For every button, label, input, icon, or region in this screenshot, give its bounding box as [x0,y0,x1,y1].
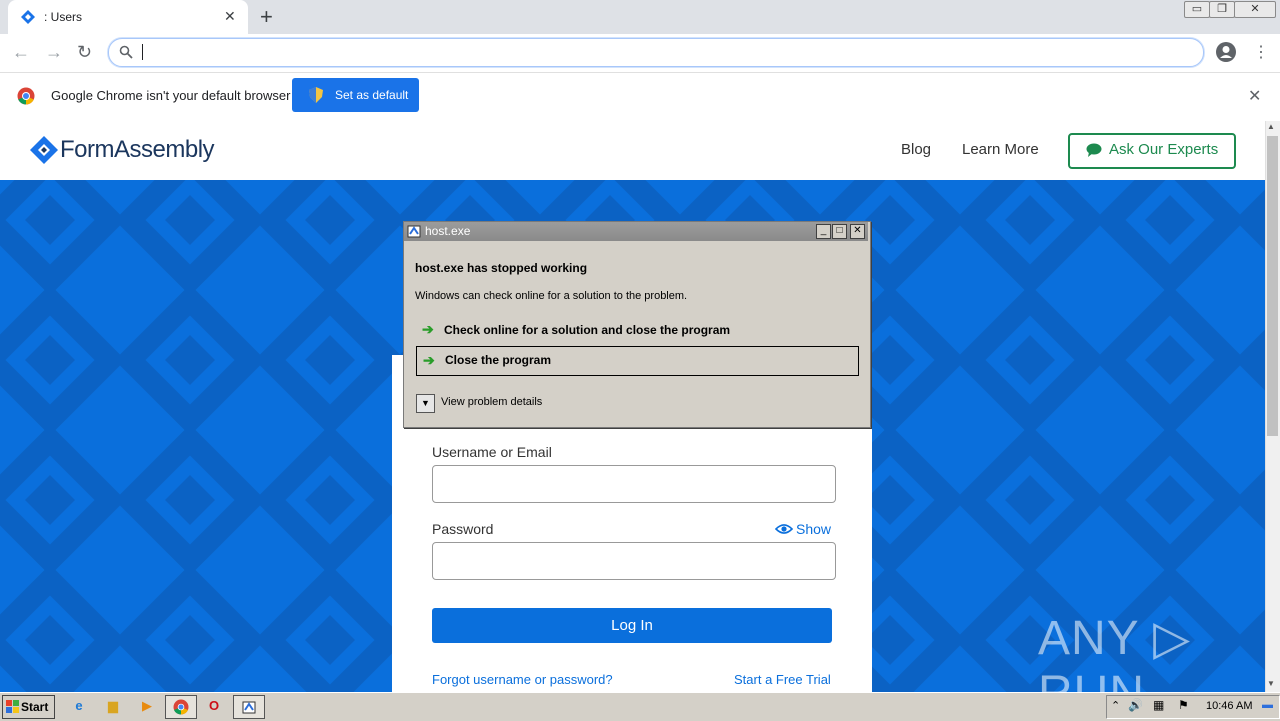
windows-logo-icon [6,700,19,713]
action-center-flag-icon[interactable]: ⚑ [1178,698,1189,712]
chrome-logo-icon [17,87,35,105]
infobar-message: Google Chrome isn't your default browser [51,88,291,103]
nav-link-blog[interactable]: Blog [901,141,931,158]
scrollbar-thumb[interactable] [1267,136,1278,436]
uac-shield-icon [309,87,323,103]
show-hidden-icons-icon[interactable]: ⌃ [1111,699,1120,712]
formassembly-logo-icon[interactable] [30,136,58,164]
minimize-window-button[interactable]: ▭ [1184,1,1210,18]
username-input[interactable] [432,465,836,503]
dialog-titlebar[interactable] [404,222,868,241]
volume-icon[interactable]: 🔊 [1128,698,1143,712]
nav-link-learn-more[interactable]: Learn More [962,141,1039,158]
green-arrow-icon: ➔ [422,321,434,337]
chrome-taskbar-button[interactable] [165,695,197,719]
explorer-icon[interactable]: ▆ [104,698,122,714]
show-desktop-icon[interactable]: ▬ [1262,699,1273,711]
dialog-close-button[interactable]: ✕ [850,224,865,239]
eye-icon[interactable] [775,523,793,535]
green-arrow-icon: ➔ [423,352,435,368]
profile-avatar-icon[interactable] [1216,42,1236,62]
close-window-button[interactable]: ✕ [1234,1,1276,18]
opera-icon[interactable]: O [205,698,223,714]
chat-bubble-icon [1086,143,1102,157]
dialog-title: host.exe [425,224,471,238]
host-exe-taskbar-button[interactable] [233,695,265,719]
back-icon[interactable]: ← [12,42,30,63]
text-caret [142,44,143,60]
close-program-label: Close the program [445,353,552,367]
forgot-password-link[interactable]: Forgot username or password? [432,672,613,687]
dialog-maximize-button[interactable]: □ [832,224,847,239]
restore-window-button[interactable]: ❐ [1209,1,1235,18]
forward-icon[interactable]: → [45,42,63,63]
host-exe-icon [242,701,256,714]
infobar-close-icon[interactable]: ✕ [1248,86,1261,106]
tab-title: : Users [44,10,83,24]
ask-our-experts-button[interactable]: Ask Our Experts [1068,133,1236,169]
media-player-icon[interactable]: ▶ [138,698,156,714]
view-problem-details-label[interactable]: View problem details [441,396,542,408]
search-icon [119,45,133,59]
check-online-option[interactable]: ➔ Check online for a solution and close … [416,316,857,344]
dialog-description: Windows can check online for a solution … [415,290,688,302]
expand-details-chevron-icon[interactable]: ▼ [416,394,435,413]
free-trial-link[interactable]: Start a Free Trial [734,672,831,687]
address-bar[interactable] [108,38,1204,67]
reload-icon[interactable]: ↻ [77,42,92,63]
password-label: Password [432,521,494,537]
log-in-button[interactable]: Log In [432,608,832,643]
ask-our-experts-label: Ask Our Experts [1109,141,1219,158]
chrome-menu-icon[interactable]: ⋮ [1253,42,1269,62]
host-exe-icon [407,225,421,238]
logo-text[interactable]: FormAssembly [60,136,215,164]
username-label: Username or Email [432,444,552,460]
taskbar-clock[interactable]: 10:46 AM [1206,700,1252,712]
check-online-label: Check online for a solution and close th… [444,323,731,337]
tab-close-icon[interactable]: ✕ [224,8,236,25]
dialog-minimize-button[interactable]: _ [816,224,831,239]
chrome-icon [173,699,189,715]
start-label: Start [21,700,49,714]
new-tab-button[interactable]: + [260,4,273,30]
formassembly-favicon-icon [21,10,35,24]
ie-icon[interactable]: e [70,698,88,714]
set-as-default-button[interactable]: Set as default [292,78,419,112]
scroll-up-icon[interactable]: ▲ [1267,122,1275,131]
set-as-default-label: Set as default [335,88,409,102]
network-icon[interactable]: ▦ [1153,698,1164,712]
start-button[interactable]: Start [2,695,55,719]
close-program-option[interactable]: ➔ Close the program [416,346,859,376]
dialog-heading: host.exe has stopped working [415,261,588,275]
password-input[interactable] [432,542,836,580]
show-password-toggle[interactable]: Show [796,521,831,537]
